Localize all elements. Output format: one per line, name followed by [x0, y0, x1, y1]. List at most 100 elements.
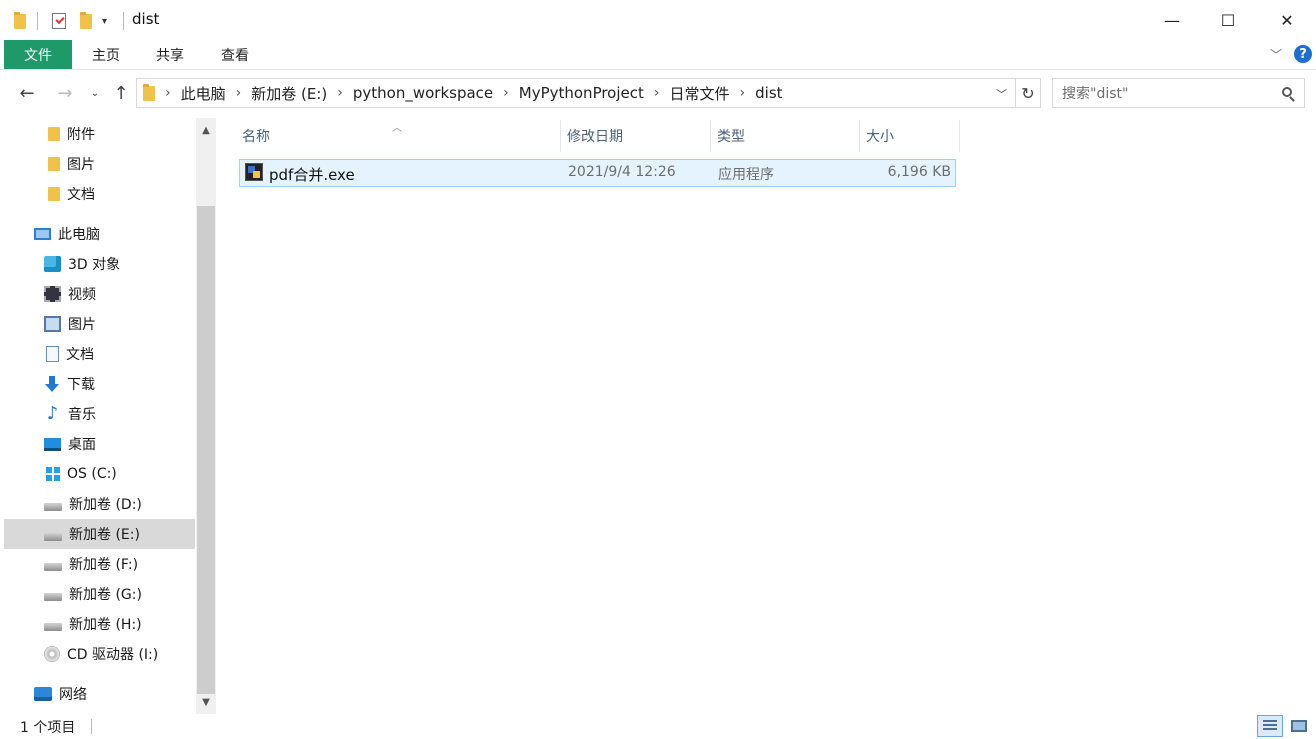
sidebar-item-label: 下载: [67, 377, 95, 393]
sidebar-item-label: 新加卷 (E:): [69, 527, 140, 543]
tab-file[interactable]: 文件: [4, 40, 72, 69]
column-header-modified[interactable]: 修改日期: [561, 120, 711, 152]
details-view-button[interactable]: [1257, 715, 1283, 737]
sidebar-item-label: 新加卷 (D:): [69, 497, 142, 513]
chevron-right-icon[interactable]: ›: [740, 85, 746, 101]
sidebar-item-label: 文档: [66, 347, 94, 363]
large-icons-view-icon: [1291, 720, 1307, 732]
sidebar-item-this-pc[interactable]: 此电脑: [4, 219, 195, 249]
tab-home[interactable]: 主页: [80, 40, 132, 69]
download-icon: [44, 376, 60, 392]
breadcrumb-drive-e[interactable]: 新加卷 (E:): [251, 83, 327, 104]
sidebar-item-drive-g[interactable]: 新加卷 (G:): [4, 579, 195, 609]
sidebar-item-network[interactable]: 网络: [4, 679, 195, 709]
search-icon[interactable]: [1282, 87, 1292, 97]
chevron-right-icon[interactable]: ›: [654, 85, 660, 101]
chevron-right-icon[interactable]: ›: [236, 85, 242, 101]
file-type: 应用程序: [718, 167, 774, 183]
3d-objects-icon: [44, 256, 61, 272]
sidebar-item-label: 桌面: [68, 437, 96, 453]
sidebar-item-downloads[interactable]: 下载: [4, 369, 195, 399]
recent-locations-dropdown[interactable]: ⌄: [88, 80, 102, 106]
scroll-up-icon[interactable]: ▲: [196, 120, 216, 140]
sidebar-item-desktop[interactable]: 桌面: [4, 429, 195, 459]
sidebar-item-label: 新加卷 (F:): [69, 557, 139, 573]
computer-icon: [34, 228, 51, 240]
sidebar-item-label: 附件: [67, 127, 95, 143]
chevron-right-icon[interactable]: ›: [337, 85, 343, 101]
chevron-right-icon[interactable]: ›: [503, 85, 509, 101]
sidebar-item-drive-h[interactable]: 新加卷 (H:): [4, 609, 195, 639]
address-history-dropdown[interactable]: ﹀: [996, 86, 1007, 102]
sidebar-item-music[interactable]: ♪ 音乐: [4, 399, 195, 429]
tab-view[interactable]: 查看: [209, 40, 261, 69]
sidebar-item-3d-objects[interactable]: 3D 对象: [4, 249, 195, 279]
breadcrumb-daily-files[interactable]: 日常文件: [670, 83, 730, 104]
column-header-name[interactable]: 名称: [236, 120, 561, 152]
expand-ribbon-icon[interactable]: ﹀: [1270, 46, 1282, 63]
sidebar-item-label: CD 驱动器 (I:): [67, 647, 159, 663]
new-folder-icon[interactable]: [80, 10, 92, 32]
sidebar-item-quick-documents[interactable]: 文档: [4, 179, 195, 209]
maximize-button[interactable]: ☐: [1200, 0, 1256, 40]
file-modified: 2021/9/4 12:26: [568, 164, 676, 180]
sidebar-item-drive-c[interactable]: OS (C:): [4, 459, 195, 489]
breadcrumb-dist[interactable]: dist: [755, 84, 782, 102]
cd-drive-icon: [44, 646, 60, 662]
folder-icon: [48, 127, 60, 141]
sidebar-scroll-thumb[interactable]: [197, 206, 215, 694]
status-bar: 1 个项目: [0, 714, 1316, 739]
sidebar-item-quick-pictures[interactable]: 图片: [4, 149, 195, 179]
sidebar-item-label: 音乐: [68, 407, 96, 423]
up-button[interactable]: ↑: [110, 80, 132, 106]
sidebar-item-drive-d[interactable]: 新加卷 (D:): [4, 489, 195, 519]
properties-icon[interactable]: [52, 10, 66, 32]
sidebar-item-videos[interactable]: 视频: [4, 279, 195, 309]
chevron-right-icon[interactable]: ›: [165, 85, 171, 101]
search-placeholder: 搜索"dist": [1062, 86, 1129, 102]
separator: [123, 12, 124, 30]
large-icons-view-button[interactable]: [1286, 715, 1312, 737]
file-name: pdf合并.exe: [269, 166, 355, 184]
sidebar-item-drive-f[interactable]: 新加卷 (F:): [4, 549, 195, 579]
folder-icon: [143, 83, 155, 101]
refresh-button[interactable]: ↻: [1016, 78, 1041, 108]
sidebar-item-pictures[interactable]: 图片: [4, 309, 195, 339]
breadcrumb-this-pc[interactable]: 此电脑: [181, 83, 226, 104]
back-button[interactable]: ←: [14, 80, 40, 106]
documents-icon: [46, 346, 59, 362]
sidebar-item-label: OS (C:): [67, 466, 117, 482]
windows-drive-icon: [46, 467, 60, 481]
column-header-type[interactable]: 类型: [711, 120, 860, 152]
sidebar-item-label: 文档: [67, 187, 95, 203]
navigation-pane[interactable]: 附件 图片 文档 此电脑 3D 对象 视频 图片 文档 下载 ♪ 音乐 桌面 O…: [0, 118, 216, 714]
pictures-icon: [44, 316, 61, 332]
scroll-down-icon[interactable]: ▼: [196, 692, 216, 712]
address-bar[interactable]: › 此电脑 › 新加卷 (E:) › python_workspace › My…: [136, 78, 1016, 108]
drive-icon: [44, 593, 62, 601]
sidebar-item-label: 网络: [59, 687, 87, 703]
search-input[interactable]: 搜索"dist": [1052, 78, 1305, 108]
breadcrumb-python-workspace[interactable]: python_workspace: [353, 84, 493, 102]
drive-icon: [44, 533, 62, 541]
file-row[interactable]: pdf合并.exe 2021/9/4 12:26 应用程序 6,196 KB: [239, 159, 956, 187]
column-header-size[interactable]: 大小: [860, 120, 960, 152]
window-title: dist: [132, 10, 160, 28]
file-list[interactable]: ︿ 名称 修改日期 类型 大小: [216, 118, 1316, 714]
minimize-button[interactable]: —: [1144, 0, 1200, 40]
desktop-icon: [44, 437, 61, 451]
forward-button[interactable]: →: [52, 80, 78, 106]
sidebar-item-cd-drive[interactable]: CD 驱动器 (I:): [4, 639, 195, 669]
sidebar-item-label: 图片: [67, 157, 95, 173]
breadcrumb-my-python-project[interactable]: MyPythonProject: [519, 84, 644, 102]
sidebar-item-attachments[interactable]: 附件: [4, 119, 195, 149]
customize-quick-access-icon[interactable]: ▾: [102, 10, 107, 32]
details-view-icon: [1263, 720, 1277, 732]
sidebar-item-label: 新加卷 (G:): [69, 587, 142, 603]
help-icon[interactable]: ?: [1294, 45, 1312, 63]
sidebar-item-documents[interactable]: 文档: [4, 339, 195, 369]
folder-icon: [48, 187, 60, 201]
tab-share[interactable]: 共享: [144, 40, 196, 69]
close-button[interactable]: ✕: [1259, 0, 1315, 40]
sidebar-item-drive-e[interactable]: 新加卷 (E:): [4, 519, 195, 549]
